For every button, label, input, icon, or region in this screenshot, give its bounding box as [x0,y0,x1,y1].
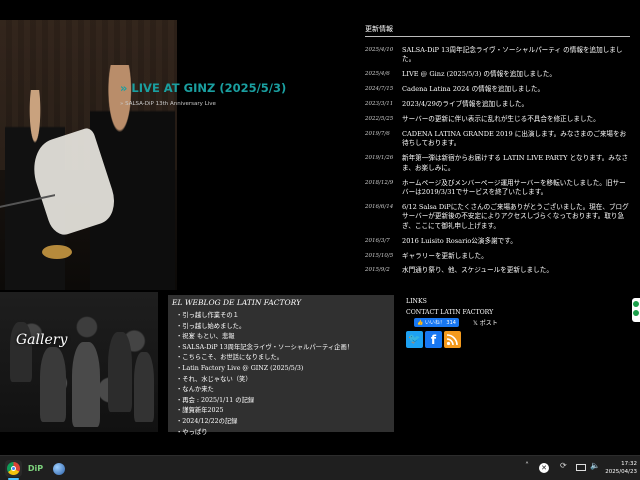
news-item: 2024/7/15 Cadena Latina 2024 の情報を追加しました。 [365,85,630,94]
gallery-photo[interactable] [0,292,158,432]
hero-title-link[interactable]: » LIVE AT GINZ (2025/5/3) [120,81,286,95]
weblog-entry-link[interactable]: ・こちらこそ、お世話になりました。 [176,353,390,364]
news-text: LIVE @ Ginz (2025/5/3) の情報を追加しました。 [402,70,556,79]
taskbar-app-dip[interactable]: DiP [27,460,44,477]
news-date: 2018/12/9 [365,179,394,186]
news-date: 2023/3/11 [365,101,394,108]
weblog-entry-link[interactable]: ・2024/12/22の記録 [176,417,390,428]
taskbar: DiP ˄ ✕ ⟳ 🔈 17:32 2025/04/23 [0,455,640,480]
sync-icon[interactable]: ⟳ [560,461,567,470]
news-text: 6/12 Salsa DiPにたくさんのご来場ありがとうございました。現在、ブロ… [402,202,629,230]
news-date: 2022/5/25 [365,116,394,123]
weblog-entry-link[interactable]: ・引っ越し始めました。 [176,322,390,333]
news-item: 2018/12/9 ホームページ及びメンバーページ運用サーバーを移転いたしました。… [365,179,630,198]
news-list: 2025/4/10 SALSA-DiP 13周年記念ライヴ・ソーシャルパーティ の… [365,46,630,276]
news-text: Cadena Latina 2024 の情報を追加しました。 [402,85,545,94]
clock-date: 2025/04/23 [605,469,637,475]
weblog-entry-link[interactable]: ・引っ越し作業その１ [176,311,390,322]
rss-icon[interactable] [444,331,461,348]
news-item: 2025/4/10 SALSA-DiP 13周年記念ライヴ・ソーシャルパーティ の… [365,46,630,65]
x-post-button[interactable]: 𝕏 ポスト [473,318,498,327]
hero-photo[interactable] [0,20,177,290]
close-circle-icon[interactable]: ✕ [539,463,549,473]
weblog-list: ・引っ越し作業その１ ・引っ越し始めました。 ・祝宴 もとい、悲報 ・SALSA-Di… [172,311,390,438]
volume-icon[interactable]: 🔈 [590,461,600,470]
chevron-up-icon[interactable]: ˄ [525,461,529,470]
social-icons: 🐦 f [406,331,498,348]
news-text: ホームページ及びメンバーページ運用サーバーを移転いたしました。旧サーバーは201… [402,178,626,196]
news-text: ギャラリーを更新しました。 [402,251,488,260]
weblog-title[interactable]: EL WEBLOG DE LATIN FACTORY [172,298,390,307]
news-item: 2016/3/7 2016 Luisito Rosario公演多謝です。 [365,237,630,246]
news-date: 2015/10/5 [365,252,394,259]
widget-icon [633,310,639,316]
hero-subtitle-link[interactable]: » SALSA-DiP 13th Anniversary Live [120,101,216,107]
weblog-entry-link[interactable]: ・SALSA-DiP 13周年記念ライヴ・ソーシャルパーティ企画！ [176,343,390,354]
news-text: 2023/4/29のライブ情報を追加しました。 [402,100,529,109]
news-item: 2023/3/11 2023/4/29のライブ情報を追加しました。 [365,100,630,109]
taskbar-app-globe-icon[interactable] [50,460,67,477]
news-text: 水門通り祭り、他、スケジュールを更新しました。 [402,266,553,275]
news-text: CADENA LATINA GRANDE 2019 に出演します。みなさまのご来… [402,129,627,148]
share-row: 👍 いいね！ 314 𝕏 ポスト [414,318,498,327]
display-icon[interactable] [576,464,586,471]
news-item: 2022/5/25 サーバーの更新に伴い表示に乱れが生じる不具合を修正しました。 [365,115,630,124]
hero-trumpet [42,245,72,259]
weblog-entry-link[interactable]: ・なんか来た [176,385,390,396]
weblog-entry-link[interactable]: ・Latin Factory Live @ GINZ (2025/5/3) [176,364,390,375]
widget-icon [633,301,639,307]
facebook-like-button[interactable]: 👍 いいね！ 314 [414,318,459,327]
news-section: 更新情報 2025/4/10 SALSA-DiP 13周年記念ライヴ・ソーシャルパ… [365,24,630,281]
news-date: 2015/9/2 [365,267,390,274]
weblog-panel: EL WEBLOG DE LATIN FACTORY ・引っ越し作業その１ ・引っ… [168,295,394,436]
news-item: 2016/6/14 6/12 Salsa DiPにたくさんのご来場ありがとうござい… [365,203,630,231]
weblog-entry-link[interactable]: ・やっぱり [176,428,390,439]
gallery-link[interactable]: Gallery [16,332,67,348]
side-widget-tab[interactable] [632,298,640,322]
news-item: 2019/1/26 新年第一弾は新宿からお届けする LATIN LIVE PART… [365,154,630,173]
contact-link[interactable]: CONTACT LATIN FACTORY [406,309,498,316]
news-item: 2025/4/6 LIVE @ Ginz (2025/5/3) の情報を追加しまし… [365,70,630,79]
news-date: 2025/4/6 [365,71,390,78]
news-date: 2019/7/6 [365,130,390,137]
links-section: LINKS CONTACT LATIN FACTORY 👍 いいね！ 314 𝕏… [406,298,498,348]
news-item: 2015/10/5 ギャラリーを更新しました。 [365,252,630,261]
weblog-entry-link[interactable]: ・再会 : 2025/1/11 の記録 [176,396,390,407]
weblog-entry-link[interactable]: ・謹賀新年2025 [176,406,390,417]
gallery-figure [72,342,100,427]
news-text: サーバーの更新に伴い表示に乱れが生じる不具合を修正しました。 [402,115,600,124]
news-date: 2024/7/15 [365,86,394,93]
twitter-icon[interactable]: 🐦 [406,331,423,348]
gallery-figure [108,332,132,412]
clock[interactable]: 17:32 2025/04/23 [603,460,637,476]
clock-time: 17:32 [621,461,637,467]
links-heading: LINKS [406,298,427,305]
news-text: 新年第一弾は新宿からお届けする LATIN LIVE PARTY となります。み… [402,154,629,172]
news-heading: 更新情報 [365,24,630,37]
weblog-entry-link[interactable]: ・祝宴 もとい、悲報 [176,332,390,343]
news-date: 2016/3/7 [365,237,390,244]
chrome-icon[interactable] [5,460,22,477]
news-text: 2016 Luisito Rosario公演多謝です。 [402,236,517,245]
news-item: 2019/7/6 CADENA LATINA GRANDE 2019 に出演します… [365,130,630,149]
gallery-figure [40,347,66,422]
gallery-figure [10,322,32,382]
news-item: 2015/9/2 水門通り祭り、他、スケジュールを更新しました。 [365,266,630,275]
news-date: 2025/4/10 [365,47,394,53]
news-date: 2019/1/26 [365,155,394,162]
weblog-entry-link[interactable]: ・それ、水じゃない（笑） [176,375,390,386]
facebook-icon[interactable]: f [425,331,442,348]
news-date: 2016/6/14 [365,203,394,210]
gallery-figure [134,352,154,422]
news-text: SALSA-DiP 13周年記念ライヴ・ソーシャルパーティ の情報を追加しました… [402,46,623,64]
